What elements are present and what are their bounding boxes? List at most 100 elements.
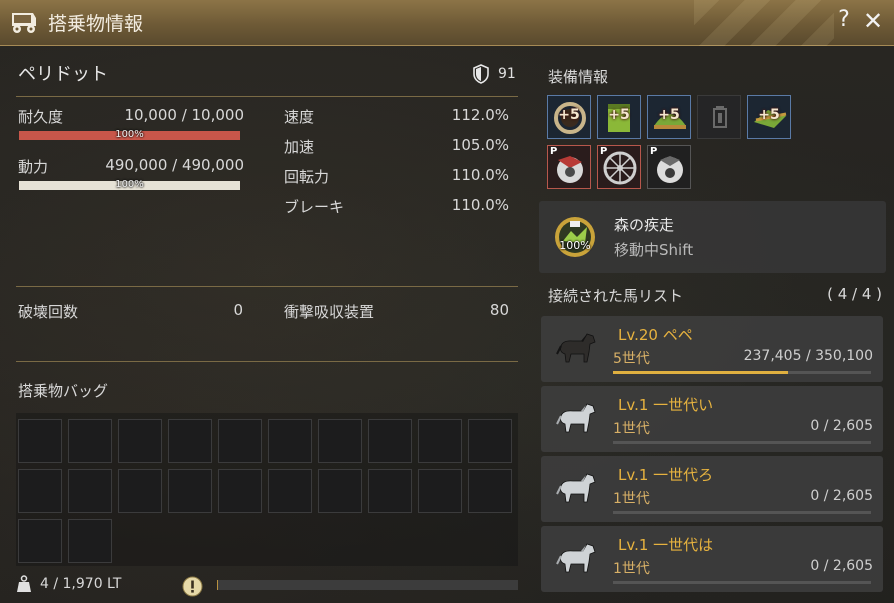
- close-button[interactable]: ✕: [861, 7, 885, 37]
- lantern-icon: [713, 106, 727, 128]
- horse-exp: 0 / 2,605: [810, 558, 873, 574]
- skill-percent: 100%: [559, 239, 591, 252]
- brake-label: ブレーキ: [284, 198, 345, 216]
- help-button[interactable]: ?: [834, 7, 854, 37]
- bag-slot[interactable]: [168, 419, 212, 463]
- horse-generation: 1世代: [613, 491, 650, 507]
- bag-slot[interactable]: [118, 419, 162, 463]
- equipment-slot-wheel[interactable]: +5: [547, 95, 591, 139]
- defense-value: 91: [498, 66, 516, 82]
- pearl-badge: P: [600, 146, 608, 157]
- horse-exp-bar: [613, 441, 871, 444]
- horse-level-name: Lv.1 一世代ろ: [618, 466, 714, 484]
- turn-label: 回転力: [284, 168, 330, 186]
- bag-slot[interactable]: [418, 419, 462, 463]
- skill-icon: [555, 217, 595, 257]
- bag-slot[interactable]: [368, 419, 412, 463]
- power-bar: 100%: [19, 179, 240, 190]
- enhance-label: +5: [758, 107, 780, 123]
- bag-slot[interactable]: [18, 469, 62, 513]
- title-bar[interactable]: 搭乗物情報 ? ✕: [0, 0, 894, 46]
- bag-slot[interactable]: [468, 419, 512, 463]
- accel-value: 105.0%: [451, 136, 509, 154]
- horse-icon: [556, 473, 596, 503]
- window-title: 搭乗物情報: [48, 13, 144, 35]
- horse-exp: 0 / 2,605: [810, 418, 873, 434]
- bag-slot[interactable]: [218, 419, 262, 463]
- bag-title: 搭乗物バッグ: [18, 382, 109, 400]
- bag-slot[interactable]: [18, 519, 62, 563]
- horse-exp-fill: [613, 371, 788, 374]
- horse-list-item[interactable]: Lv.1 一世代い 1世代 0 / 2,605: [541, 386, 883, 452]
- bag-slot[interactable]: [18, 419, 62, 463]
- durability-percent: 100%: [115, 129, 144, 140]
- equipment-slot-pearl-1[interactable]: P: [547, 145, 591, 189]
- horse-list-item[interactable]: Lv.20 ペペ 5世代 237,405 / 350,100: [541, 316, 883, 382]
- power-value: 490,000 / 490,000: [105, 156, 244, 174]
- power-percent: 100%: [115, 179, 144, 190]
- bag-slot[interactable]: [268, 419, 312, 463]
- warning-icon[interactable]: [182, 576, 203, 597]
- bag-slot[interactable]: [68, 519, 112, 563]
- horse-list-item[interactable]: Lv.1 一世代ろ 1世代 0 / 2,605: [541, 456, 883, 522]
- equipment-slot-pearl-2[interactable]: P: [597, 145, 641, 189]
- bag-slot[interactable]: [218, 469, 262, 513]
- horse-list-item[interactable]: Lv.1 一世代は 1世代 0 / 2,605: [541, 526, 883, 592]
- enhance-label: +5: [608, 107, 630, 123]
- bag-slot[interactable]: [368, 469, 412, 513]
- destroy-count-label: 破壊回数: [18, 303, 79, 321]
- shield-icon: [473, 64, 489, 84]
- divider: [16, 361, 518, 362]
- skill-description: 移動中Shift: [614, 241, 694, 259]
- destroy-count-value: 0: [233, 301, 243, 319]
- horse-generation: 1世代: [613, 561, 650, 577]
- horse-list-count: ( 4 / 4 ): [827, 285, 882, 303]
- divider: [16, 286, 518, 287]
- speed-value: 112.0%: [451, 106, 509, 124]
- durability-value: 10,000 / 10,000: [124, 106, 244, 124]
- skill-name: 森の疾走: [614, 216, 675, 234]
- horse-exp: 0 / 2,605: [810, 488, 873, 504]
- horse-exp: 237,405 / 350,100: [743, 348, 873, 364]
- equipment-slot-cover[interactable]: +5: [647, 95, 691, 139]
- skill-card[interactable]: 100% 森の疾走 移動中Shift: [539, 201, 886, 273]
- horse-level-name: Lv.1 一世代い: [618, 396, 714, 414]
- wagon-icon: [12, 13, 36, 33]
- bag-slot[interactable]: [318, 469, 362, 513]
- brake-value: 110.0%: [451, 196, 509, 214]
- equipment-slot-lamp[interactable]: [697, 95, 741, 139]
- title-bar-decoration: [694, 0, 834, 46]
- bag-slot[interactable]: [318, 419, 362, 463]
- durability-bar: 100%: [19, 129, 240, 140]
- equipment-slot-ornament[interactable]: +5: [747, 95, 791, 139]
- enhance-label: +5: [558, 107, 580, 123]
- shock-absorber-label: 衝撃吸収装置: [284, 303, 375, 321]
- horse-icon: [556, 543, 596, 573]
- defense-stat: 91: [472, 64, 516, 84]
- bag-slot[interactable]: [68, 469, 112, 513]
- durability-label: 耐久度: [18, 108, 64, 126]
- horse-generation: 1世代: [613, 421, 650, 437]
- horse-exp-bar: [613, 511, 871, 514]
- vehicle-name: ペリドット: [18, 64, 108, 85]
- bag-slot[interactable]: [268, 469, 312, 513]
- bag-slot[interactable]: [68, 419, 112, 463]
- weight-icon: [17, 575, 31, 592]
- equipment-slot-pearl-3[interactable]: P: [647, 145, 691, 189]
- bag-slot[interactable]: [168, 469, 212, 513]
- turn-value: 110.0%: [451, 166, 509, 184]
- vehicle-info-window: 搭乗物情報 ? ✕ ペリドット 91 耐久度 10,000 / 10,000 1…: [0, 0, 894, 603]
- horse-exp-bar: [613, 371, 871, 374]
- horse-list-title: 接続された馬リスト: [548, 287, 684, 305]
- shock-absorber-value: 80: [489, 301, 509, 319]
- speed-label: 速度: [284, 108, 315, 126]
- bag-weight: 4 / 1,970 LT: [16, 575, 121, 593]
- accel-label: 加速: [284, 138, 315, 156]
- equipment-title: 装備情報: [548, 68, 609, 86]
- enhance-label: +5: [658, 107, 680, 123]
- bag-slot[interactable]: [468, 469, 512, 513]
- bag-slot[interactable]: [118, 469, 162, 513]
- equipment-slot-flag[interactable]: +5: [597, 95, 641, 139]
- horse-generation: 5世代: [613, 351, 650, 367]
- bag-slot[interactable]: [418, 469, 462, 513]
